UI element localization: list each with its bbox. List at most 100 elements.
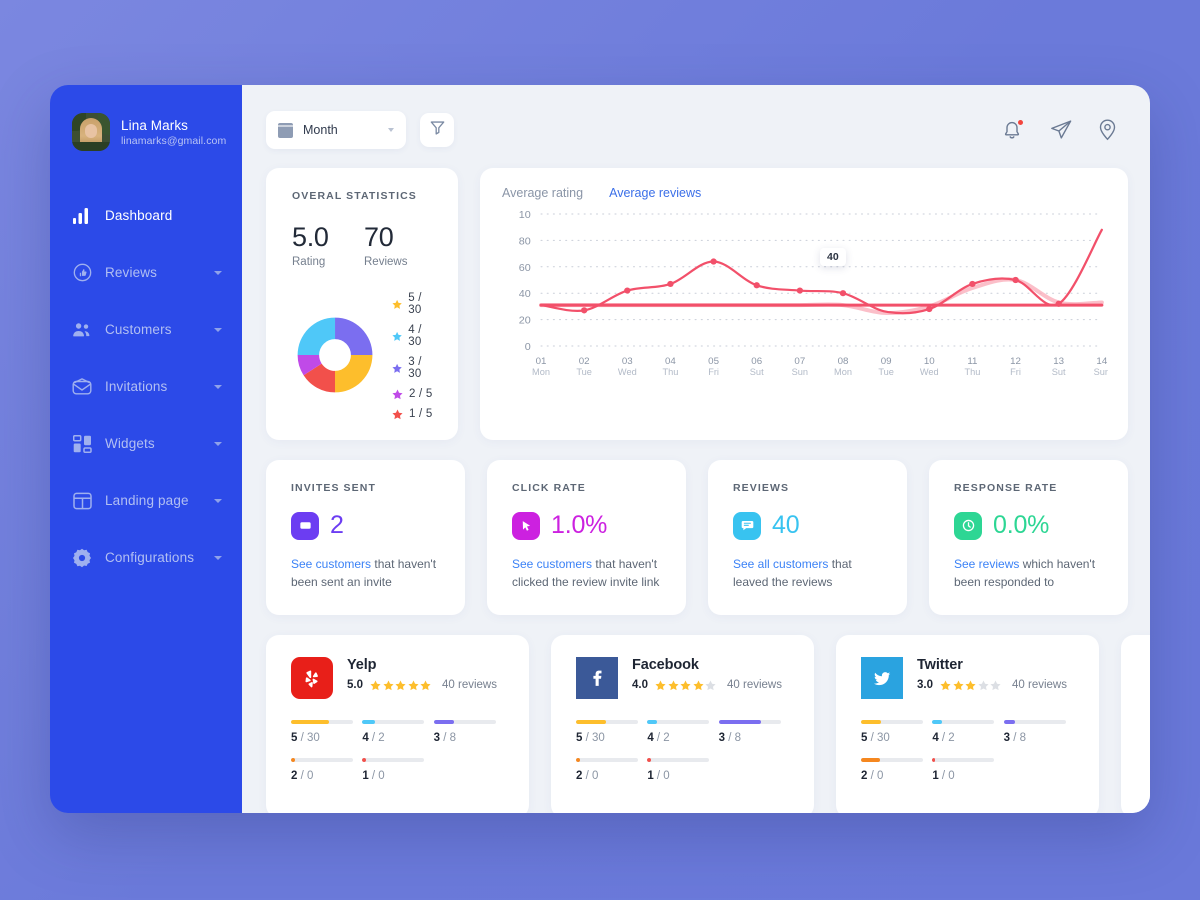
rating-bar-item: 2 / 0 [576, 758, 647, 782]
filter-button[interactable] [420, 113, 454, 147]
kpi-card-response-rate: RESPONSE RATE 0.0% See reviews which hav… [929, 460, 1128, 615]
bar-label: 4 / 2 [362, 732, 385, 744]
bar-fill [576, 758, 580, 762]
rating-bars: 5 / 30 4 / 2 3 / 8 2 / 0 1 / 0 [861, 720, 1075, 796]
svg-text:14: 14 [1096, 356, 1107, 367]
sidebar-item-label: Invitations [105, 379, 168, 394]
svg-text:12: 12 [1010, 356, 1021, 367]
card-title: OVERAL STATISTICS [292, 190, 417, 202]
topbar: Month [266, 109, 1128, 151]
svg-text:09: 09 [881, 356, 892, 367]
svg-text:06: 06 [751, 356, 762, 367]
card-title: INVITES SENT [291, 482, 376, 494]
yelp-logo-icon [291, 657, 333, 699]
platform-card-next-partial[interactable] [1121, 635, 1150, 813]
svg-text:08: 08 [838, 356, 849, 367]
envelope-icon [72, 377, 92, 397]
legend-label: 2 / 5 [409, 388, 433, 400]
sidebar-item-invitations[interactable]: Invitations [50, 358, 242, 415]
bar-fill [647, 758, 652, 762]
legend-item: 1 / 5 [392, 408, 436, 420]
chevron-down-icon[interactable] [214, 441, 222, 446]
reviews-label: Reviews [364, 256, 408, 268]
bar-fill [861, 720, 882, 724]
platform-review-count: 40 reviews [442, 679, 497, 691]
star-icon [965, 680, 976, 690]
sidebar-item-label: Dashboard [105, 208, 173, 223]
overall-statistics-card: OVERAL STATISTICS 5.0 Rating 70 Reviews [266, 168, 458, 440]
user-profile[interactable]: Lina Marks linamarks@gmail.com [50, 113, 242, 151]
thumbs-up-icon [72, 263, 92, 283]
platform-card-facebook: Facebook 4.0 40 reviews 5 / 30 4 / 2 3 / 8… [551, 635, 814, 813]
star-icon [705, 680, 716, 690]
svg-text:Wed: Wed [618, 367, 637, 377]
send-icon[interactable] [1050, 119, 1072, 141]
bar-track [932, 720, 995, 724]
chevron-down-icon [388, 128, 394, 132]
notification-bell-icon[interactable] [1002, 119, 1024, 141]
gear-icon [72, 548, 92, 568]
legend-label: 1 / 5 [409, 408, 433, 420]
legend-label: 3 / 30 [408, 356, 422, 380]
rating-bar-item: 5 / 30 [861, 720, 932, 744]
bar-fill [576, 720, 606, 724]
kpi-link[interactable]: See all customers [733, 557, 828, 571]
sidebar-item-landing-page[interactable]: Landing page [50, 472, 242, 529]
svg-text:Thu: Thu [662, 367, 678, 377]
legend-label: 4 / 30 [408, 324, 422, 348]
bar-track [576, 758, 638, 762]
rating-block: 5.0 Rating [292, 222, 364, 268]
kpi-link[interactable]: See customers [512, 557, 592, 571]
chevron-down-icon[interactable] [214, 327, 222, 332]
platform-name: Twitter [917, 657, 963, 673]
kpi-link[interactable]: See reviews [954, 557, 1019, 571]
sidebar-item-reviews[interactable]: Reviews [50, 244, 242, 301]
svg-text:11: 11 [967, 356, 977, 367]
star-icon [977, 680, 989, 690]
bar-track [291, 758, 353, 762]
platform-card-yelp: Yelp 5.0 40 reviews 5 / 30 4 / 2 3 / 8 2 / … [266, 635, 529, 813]
bar-fill [861, 758, 880, 762]
bar-fill [932, 720, 943, 724]
tab-average-reviews[interactable]: Average reviews [609, 186, 701, 200]
period-select[interactable]: Month [266, 111, 406, 149]
sidebar-item-widgets[interactable]: Widgets [50, 415, 242, 472]
rating-legend: 5 / 30 4 / 30 3 / 30 2 / 5 1 / 5 [392, 290, 436, 420]
star-icon [692, 680, 704, 690]
bar-track [647, 758, 710, 762]
bar-fill [1003, 720, 1015, 724]
chevron-down-icon[interactable] [214, 384, 222, 389]
star-icon [407, 680, 419, 690]
big-numbers: 5.0 Rating 70 Reviews [292, 222, 436, 268]
chat-bubble-icon [733, 511, 761, 540]
main-content: Month OVERAL STATISTICS 5.0 Rating 70 Re… [242, 85, 1150, 813]
widgets-icon [72, 434, 92, 454]
bar-fill [291, 758, 295, 762]
twitter-logo-icon [861, 657, 903, 699]
facebook-logo-icon [576, 657, 618, 699]
kpi-link[interactable]: See customers [291, 557, 371, 571]
kpi-card-invites-sent: INVITES SENT 2 See customers that haven'… [266, 460, 465, 615]
sidebar-item-dashboard[interactable]: Dashboard [50, 187, 242, 244]
location-pin-icon[interactable] [1098, 119, 1120, 141]
svg-text:Sun: Sun [792, 367, 808, 377]
bar-fill [647, 720, 658, 724]
sidebar-item-configurations[interactable]: Configurations [50, 529, 242, 586]
svg-text:13: 13 [1053, 356, 1064, 367]
chevron-down-icon[interactable] [214, 555, 222, 560]
star-icon [655, 680, 666, 690]
sidebar-item-customers[interactable]: Customers [50, 301, 242, 358]
svg-text:Wed: Wed [920, 367, 939, 377]
kpi-card-reviews: REVIEWS 40 See all customers that leaved… [708, 460, 907, 615]
svg-text:20: 20 [519, 315, 531, 327]
rating-label: Rating [292, 256, 326, 268]
tab-average-rating[interactable]: Average rating [502, 186, 583, 200]
svg-text:Sun: Sun [1094, 367, 1108, 377]
rating-bar-item: 5 / 30 [291, 720, 362, 744]
rating-bar-item: 4 / 2 [932, 720, 1003, 744]
chevron-down-icon[interactable] [214, 270, 222, 275]
star-icon [667, 680, 679, 690]
bar-label: 5 / 30 [861, 732, 890, 744]
star-icon [680, 680, 691, 690]
chevron-down-icon[interactable] [214, 498, 222, 503]
